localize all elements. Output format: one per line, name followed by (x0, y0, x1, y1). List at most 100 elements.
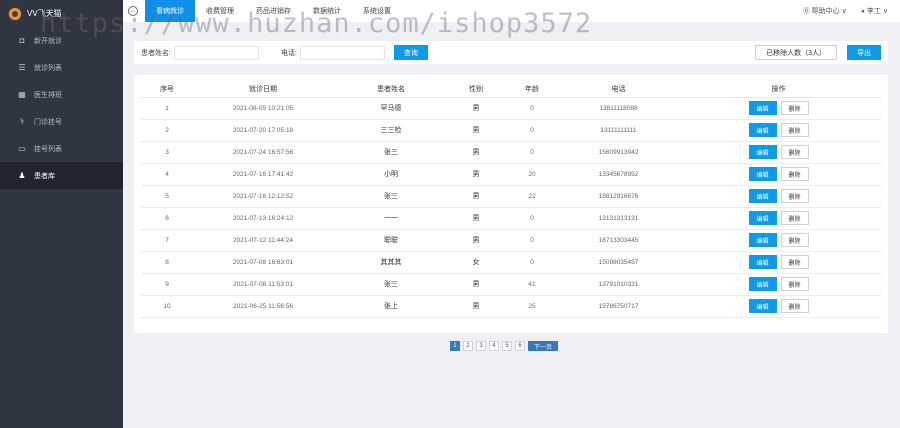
row-index: 9 (141, 273, 193, 296)
row-index: 4 (141, 163, 193, 186)
page-2-button[interactable]: 2 (463, 341, 473, 351)
patient-age: 0 (503, 251, 561, 274)
delete-button[interactable]: 删除 (780, 189, 809, 203)
delete-button[interactable]: 删除 (780, 101, 809, 115)
phone-label: 电话: (280, 49, 297, 57)
row-actions: 编辑 删除 (676, 141, 881, 164)
patient-name-input[interactable] (173, 45, 259, 60)
table-row: 3 2021-07-24 16:57:56 张三男 0 15609913942 编辑 删除 (141, 141, 881, 164)
delete-button[interactable]: 删除 (780, 233, 809, 247)
patient-age: 41 (503, 273, 561, 296)
table-row: 6 2021-07-13 16:24:12 一一男 0 13131313131 编辑 删除 (141, 207, 881, 230)
row-actions: 编辑 删除 (676, 251, 881, 274)
sidebar-item-label: 门诊挂号 (34, 118, 62, 126)
sidebar: VV飞天猫 ◘ 新开就诊 ☰ 就诊列表 ▦ 医生排班 ⚕ 门诊挂号 ▭ 挂号列表 ♟ 患者库 (0, 0, 123, 428)
patient-table-card: 序号 就诊日期 患者姓名 性别 年龄 电话 操作 1 2021-08-05 10:21:05 罕… (134, 75, 888, 333)
visit-date: 2021-07-13 16:24:12 (193, 207, 333, 230)
removed-patients-button[interactable]: 已移除人数（3人） (755, 45, 837, 60)
patient-phone: 13811118088 (561, 97, 676, 120)
sidebar-item-3[interactable]: ▦ 医生排班 (0, 81, 123, 108)
edit-button[interactable]: 编辑 (748, 299, 777, 313)
row-index: 2 (141, 119, 193, 142)
page-1-button[interactable]: 1 (450, 341, 460, 351)
query-button[interactable]: 查询 (393, 45, 428, 60)
patient-sex: 男 (449, 207, 503, 230)
patient-name: 张三 (333, 273, 449, 296)
visit-date: 2021-07-16 12:12:52 (193, 185, 333, 208)
sidebar-item-2[interactable]: ☰ 就诊列表 (0, 54, 123, 81)
patient-name: 张三 (333, 185, 449, 208)
export-button[interactable]: 导出 (847, 45, 881, 60)
avatar-icon: ◕ (860, 8, 865, 15)
patient-name: 张上 (333, 295, 449, 318)
patient-sex: 女 (449, 251, 503, 274)
help-icon: ⓪ (802, 8, 810, 15)
sidebar-item-5[interactable]: ▭ 挂号列表 (0, 135, 123, 162)
top-tab-1[interactable]: 看病就诊 (145, 0, 195, 22)
edit-button[interactable]: 编辑 (748, 123, 777, 137)
delete-button[interactable]: 删除 (780, 167, 809, 181)
row-index: 8 (141, 251, 193, 274)
top-tab-4[interactable]: 数据统计 (302, 0, 352, 22)
sidebar-item-1[interactable]: ◘ 新开就诊 (0, 27, 123, 54)
edit-button[interactable]: 编辑 (748, 101, 777, 115)
patient-name: 聪聪 (333, 229, 449, 252)
edit-button[interactable]: 编辑 (748, 211, 777, 225)
delete-button[interactable]: 删除 (780, 145, 809, 159)
page-4-button[interactable]: 4 (489, 341, 499, 351)
top-tab-2[interactable]: 收费管理 (195, 0, 245, 22)
edit-button[interactable]: 编辑 (748, 255, 777, 269)
edit-button[interactable]: 编辑 (748, 145, 777, 159)
sidebar-item-4[interactable]: ⚕ 门诊挂号 (0, 108, 123, 135)
sidebar-item-label: 就诊列表 (34, 64, 62, 72)
user-name: 李工 ∨ (866, 8, 888, 15)
sidebar-item-6[interactable]: ♟ 患者库 (0, 162, 123, 189)
patient-name: 一一 (333, 207, 449, 230)
top-tab-5[interactable]: 系统设置 (352, 0, 402, 22)
patient-phone: 13131313131 (561, 207, 676, 230)
patient-age: 22 (503, 185, 561, 208)
pagination: 1 2 3 4 5 6 下一页 (450, 341, 559, 351)
edit-button[interactable]: 编辑 (748, 167, 777, 181)
delete-button[interactable]: 删除 (780, 211, 809, 225)
row-actions: 编辑 删除 (676, 163, 881, 186)
sidebar-item-label: 医生排班 (34, 91, 62, 99)
page-3-button[interactable]: 3 (476, 341, 486, 351)
page-6-button[interactable]: 6 (515, 341, 525, 351)
phone-input[interactable] (299, 45, 385, 60)
row-actions: 编辑 删除 (676, 119, 881, 142)
row-actions: 编辑 删除 (676, 207, 881, 230)
delete-button[interactable]: 删除 (780, 299, 809, 313)
table-row: 2 2021-07-20 17:05:18 三三检男 0 13111111111 编辑 删除 (141, 119, 881, 142)
edit-button[interactable]: 编辑 (748, 233, 777, 247)
delete-button[interactable]: 删除 (780, 123, 809, 137)
column-header: 序号 (141, 81, 193, 98)
help-center-link[interactable]: ⓪ 帮助中心 ∨ (803, 6, 847, 16)
table-row: 4 2021-07-16 17:41:42 小明男 20 13345678952 编辑 删除 (141, 163, 881, 186)
edit-button[interactable]: 编辑 (748, 277, 777, 291)
next-page-button[interactable]: 下一页 (528, 341, 559, 351)
top-tab-3[interactable]: 药品进销存 (245, 0, 302, 22)
patient-name: 三三检 (333, 119, 449, 142)
patient-age: 0 (503, 207, 561, 230)
page-5-button[interactable]: 5 (502, 341, 512, 351)
app-logo[interactable]: VV飞天猫 (0, 0, 123, 27)
column-header: 患者姓名 (333, 81, 449, 98)
delete-button[interactable]: 删除 (780, 277, 809, 291)
patient-phone: 15098035457 (561, 251, 676, 274)
patient-age: 0 (503, 229, 561, 252)
delete-button[interactable]: 删除 (780, 255, 809, 269)
patient-phone: 18713303445 (561, 229, 676, 252)
patient-phone: 13791010331 (561, 273, 676, 296)
edit-button[interactable]: 编辑 (748, 189, 777, 203)
patient-age: 20 (503, 163, 561, 186)
patient-sex: 男 (449, 141, 503, 164)
patient-phone: 18812916676 (561, 185, 676, 208)
card-icon: ▭ (18, 144, 26, 153)
patient-name: 小明 (333, 163, 449, 186)
user-menu[interactable]: ◕ 李工 ∨ (861, 6, 888, 16)
logo-text: VV飞天猫 (27, 9, 62, 18)
back-arrow-icon[interactable]: ← (128, 6, 138, 16)
stethoscope-icon: ⚕ (19, 117, 25, 126)
sidebar-item-label: 患者库 (34, 172, 55, 180)
